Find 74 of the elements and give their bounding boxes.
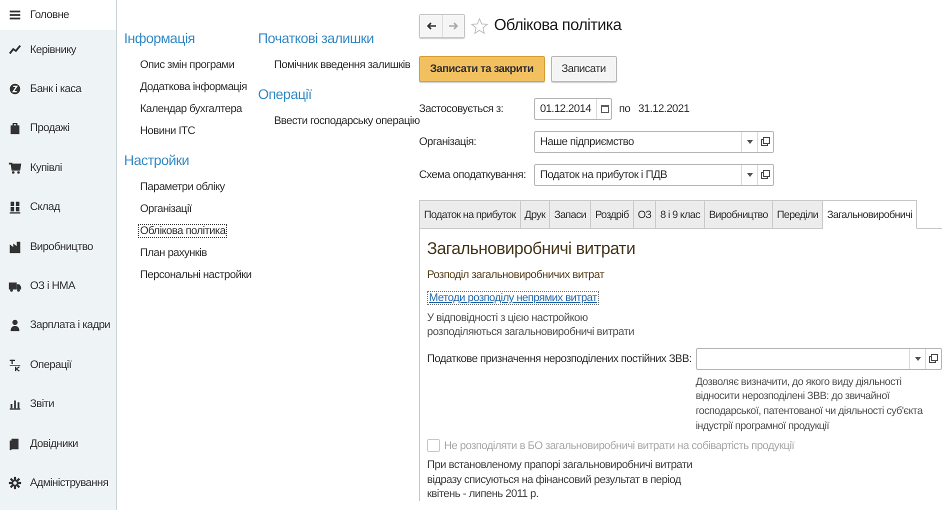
menu-link[interactable]: Новини ІТС <box>138 124 198 138</box>
menu-link[interactable]: Помічник введення залишків <box>272 58 412 72</box>
tab[interactable]: Загальновиробничі <box>823 200 918 229</box>
tab[interactable]: ОЗ <box>634 200 656 229</box>
open-icon[interactable] <box>757 164 773 184</box>
menu-link[interactable]: План рахунків <box>138 246 209 260</box>
tab[interactable]: Друк <box>520 200 550 229</box>
form-title: Облікова політика <box>494 17 622 35</box>
section-heading: Інформація <box>124 30 195 46</box>
field-label: Організація: <box>419 136 478 148</box>
section-icon <box>8 160 22 175</box>
field-label: по <box>619 102 630 114</box>
sidebar-item[interactable]: Купівлі <box>0 148 116 188</box>
note-text: При встановленому прапорі загальновиробничі витрати відразу списуються на фінансовий результат в період квітень - липень 2011 р. <box>427 458 694 502</box>
sidebar-item[interactable]: ОЗ і НМА <box>0 266 116 306</box>
methods-link[interactable]: Методи розподілу непрямих витрат <box>427 291 599 305</box>
section-icon <box>8 42 22 57</box>
note-text: У відповідності з цією настройкою розподіляються загальновиробничі витрати <box>427 311 636 340</box>
date-value: 31.12.2021 <box>638 102 690 114</box>
tab[interactable]: Роздріб <box>591 200 634 229</box>
checkbox-label: Не розподіляти в БО загальновиробничі витрати на собівартість продукції <box>444 440 794 452</box>
tab[interactable]: Запаси <box>550 200 592 229</box>
open-icon[interactable] <box>925 348 941 369</box>
sidebar-item[interactable]: Склад <box>0 188 116 227</box>
menu-link[interactable]: Календар бухгалтера <box>138 102 244 116</box>
menu-link[interactable]: Ввести господарську операцію <box>272 114 422 128</box>
forward-arrow-icon <box>448 22 458 30</box>
tab[interactable]: Податок на прибуток <box>419 200 521 229</box>
section-heading: Початкові залишки <box>258 30 374 46</box>
section-icon <box>8 82 22 96</box>
date-field[interactable]: 01.12.2014 <box>534 98 612 120</box>
sidebar-item[interactable]: Звіти <box>0 384 116 424</box>
select-field[interactable] <box>696 348 942 370</box>
menu-link[interactable]: Додаткова інформація <box>138 80 249 94</box>
section-icon <box>8 318 22 332</box>
section-icon <box>8 121 22 136</box>
section-icon <box>8 358 22 372</box>
sidebar-item[interactable]: Операції <box>0 345 116 385</box>
save-button[interactable]: Записати <box>550 56 617 82</box>
section-icon <box>8 200 22 214</box>
tab[interactable]: Переділи <box>772 200 824 229</box>
menu-link[interactable]: Персональні настройки <box>138 268 254 282</box>
sidebar-item[interactable]: Банк і каса <box>0 69 116 109</box>
field-label: Схема оподаткування: <box>419 168 527 180</box>
save-close-button[interactable]: Записати та закрити <box>419 56 545 82</box>
sidebar-item[interactable]: Зарплата і кадри <box>0 306 116 346</box>
menu-link[interactable]: Організації <box>138 202 194 216</box>
sidebar-item[interactable]: Довідники <box>0 424 116 464</box>
group-label: Розподіл загальновиробничих витрат <box>427 269 606 281</box>
open-icon[interactable] <box>757 132 773 152</box>
sidebar-item[interactable]: Керівнику <box>0 30 116 70</box>
sidebar-item[interactable]: Виробництво <box>0 226 116 266</box>
field-label: Податкове призначення нерозподілених постійних ЗВВ: <box>427 352 692 365</box>
menu-link[interactable]: Опис змін програми <box>138 58 236 72</box>
menu-link[interactable]: Облікова політика <box>138 224 228 238</box>
star-icon[interactable] <box>471 18 488 34</box>
section-icon <box>8 240 22 254</box>
section-icon <box>8 476 22 490</box>
section-heading: Настройки <box>124 152 190 168</box>
section-icon <box>8 8 22 22</box>
tab[interactable]: Виробництво <box>704 200 773 229</box>
menu-link[interactable]: Параметри обліку <box>138 180 227 194</box>
sidebar-item[interactable]: Головне <box>0 0 116 30</box>
back-button[interactable] <box>420 15 442 37</box>
select-field[interactable]: Податок на прибуток і ПДВ <box>534 164 774 186</box>
tab[interactable]: 8 і 9 клас <box>656 200 705 229</box>
sidebar-item[interactable]: Продажі <box>0 108 116 148</box>
back-arrow-icon <box>426 22 436 30</box>
section-heading: Операції <box>258 86 312 102</box>
select-field[interactable]: Наше підприємство <box>534 130 774 152</box>
field-label: Застосовується з: <box>419 102 504 114</box>
sidebar-item[interactable]: Адміністрування <box>0 463 116 503</box>
hint-text: Дозволяє визначити, до якого виду діяльності відносити нерозподілені ЗВВ: до звичайної господарської, патентованої чи діяльності суб'єкта індустрії програмної продукції <box>696 374 924 434</box>
section-heading: Загальновиробничі витрати <box>427 239 636 259</box>
